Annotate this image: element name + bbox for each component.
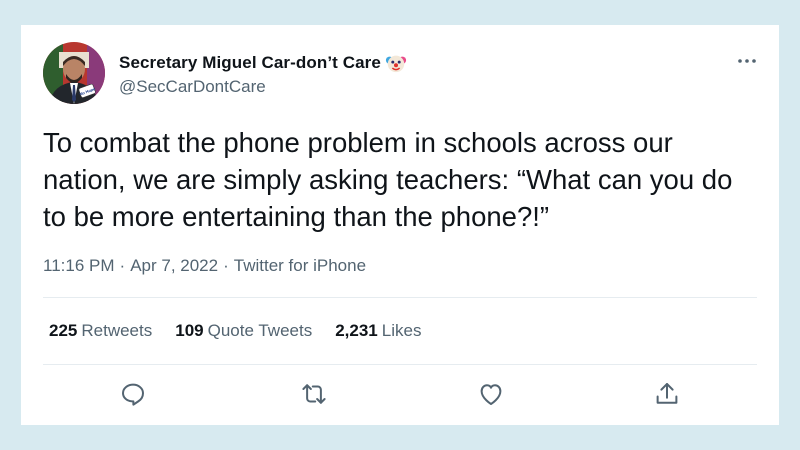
avatar[interactable]: No Hope xyxy=(43,42,105,104)
likes-stat[interactable]: 2,231 Likes xyxy=(335,321,421,341)
clown-face-emoji-icon xyxy=(385,55,407,73)
like-icon[interactable] xyxy=(476,379,506,409)
likes-label: Likes xyxy=(381,321,422,340)
quote-tweets-count: 109 xyxy=(175,321,204,340)
tweet-actions xyxy=(21,379,779,415)
tweet-text: To combat the phone problem in schools a… xyxy=(43,127,733,232)
quote-tweets-label: Quote Tweets xyxy=(207,321,313,340)
reply-icon[interactable] xyxy=(118,379,148,409)
retweets-stat[interactable]: 225 Retweets xyxy=(49,321,152,341)
quote-tweets-stat[interactable]: 109 Quote Tweets xyxy=(175,321,312,341)
tweet-stats: 225 Retweets 109 Quote Tweets 2,231 Likes xyxy=(49,321,444,341)
divider xyxy=(43,364,757,365)
tweet-date[interactable]: Apr 7, 2022 xyxy=(130,256,218,276)
meta-separator: · xyxy=(119,256,126,275)
retweets-count: 225 xyxy=(49,321,78,340)
author-name-row[interactable]: Secretary Miguel Car-don’t Care xyxy=(119,52,407,74)
retweet-icon[interactable] xyxy=(299,379,329,409)
tweet-source[interactable]: Twitter for iPhone xyxy=(234,256,366,276)
divider xyxy=(43,297,757,298)
share-icon[interactable] xyxy=(652,379,682,409)
likes-count: 2,231 xyxy=(335,321,378,340)
tweet-meta: 11:16 PM · Apr 7, 2022 · Twitter for iPh… xyxy=(43,256,366,276)
retweets-label: Retweets xyxy=(81,321,153,340)
more-horizontal-icon[interactable] xyxy=(735,49,759,73)
avatar-image: No Hope xyxy=(43,42,105,104)
tweet-time[interactable]: 11:16 PM xyxy=(43,256,115,276)
tweet-card: No Hope Secretary Miguel Car-don’t Care … xyxy=(21,25,779,425)
author-display-name[interactable]: Secretary Miguel Car-don’t Care xyxy=(119,53,381,73)
meta-separator: · xyxy=(223,256,229,275)
author-handle[interactable]: @SecCarDontCare xyxy=(119,77,266,97)
